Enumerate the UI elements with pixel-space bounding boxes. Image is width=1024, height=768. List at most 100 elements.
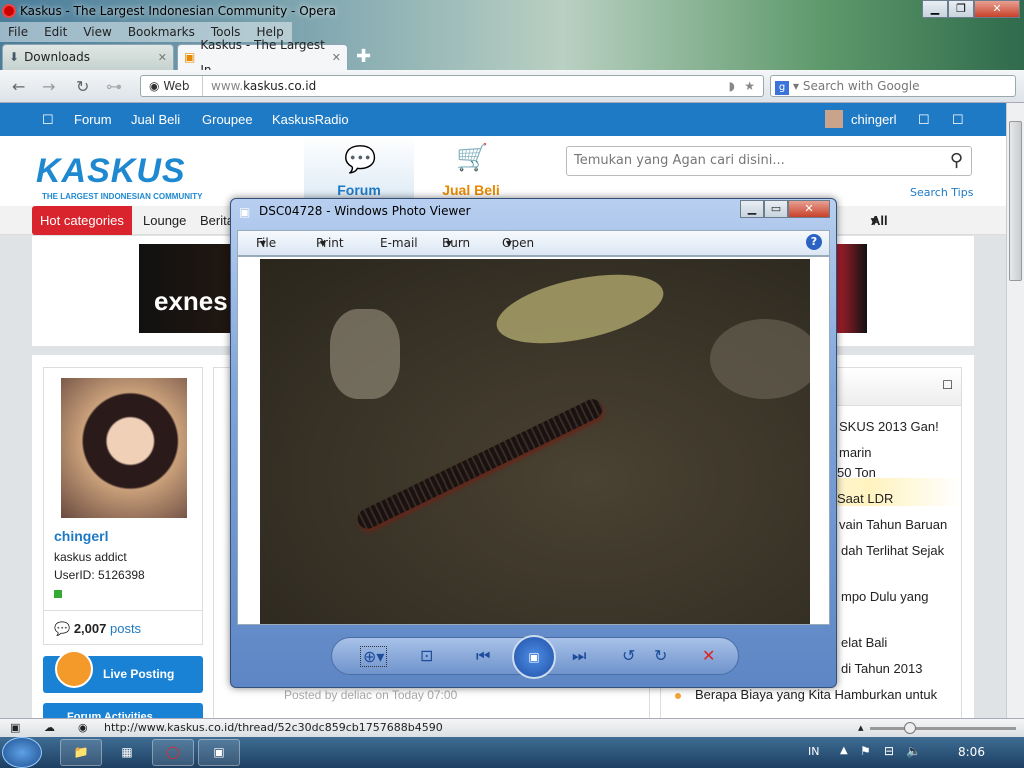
category-berita[interactable]: Berita <box>200 206 234 235</box>
maximize-button[interactable]: ❐ <box>948 0 974 18</box>
thread-item[interactable]: Berapa Biaya yang Kita Hamburkan untuk <box>695 687 937 702</box>
delete-icon[interactable]: ✕ <box>702 646 715 665</box>
forward-icon[interactable]: → <box>42 77 55 96</box>
kaskus-favicon-icon: ▣ <box>184 50 196 64</box>
menu-bookmarks[interactable]: Bookmarks <box>120 22 203 42</box>
nav-forum[interactable]: Forum <box>74 103 112 136</box>
rotate-clockwise-icon[interactable]: ↻ <box>654 646 667 665</box>
network-icon[interactable]: ⊟ <box>884 744 894 758</box>
forum-activities-button[interactable]: Forum Activities <box>43 703 203 718</box>
header-tab-jual-beli[interactable]: 🛒 Jual Beli <box>416 136 526 206</box>
clock[interactable]: 8:06 <box>958 745 985 759</box>
nav-jual-beli[interactable]: Jual Beli <box>131 103 180 136</box>
user-avatar[interactable] <box>825 110 843 128</box>
actual-size-icon[interactable]: ⊡ <box>420 646 433 665</box>
tab-downloads[interactable]: ⬇ Downloads ✕ <box>2 44 174 70</box>
minimize-button[interactable]: ▁ <box>922 0 948 18</box>
profile-userid: UserID: 5126398 <box>54 568 145 582</box>
reload-icon[interactable]: ↻ <box>76 77 89 96</box>
posts-icon: 💬 <box>54 621 71 636</box>
volume-icon[interactable]: 🔈 <box>906 744 921 758</box>
zoom-icon[interactable]: ⊕▾ <box>360 646 388 667</box>
profile-name[interactable]: chingerl <box>54 528 108 544</box>
action-center-icon[interactable]: ⚑ <box>860 744 871 758</box>
banner-text: exnes <box>154 286 228 316</box>
opera-logo-icon <box>2 4 16 18</box>
show-hidden-icons[interactable]: ▲ <box>840 745 848 756</box>
pv-minimize-button[interactable]: ▁ <box>740 200 764 218</box>
thread-item[interactable]: marin <box>839 445 872 460</box>
taskbar-explorer[interactable]: 📁 <box>60 739 102 766</box>
pv-menu-file[interactable]: File ▾ <box>256 231 276 255</box>
next-icon[interactable]: ⏭ <box>572 646 586 666</box>
thread-item[interactable]: dah Terlihat Sejak <box>841 543 944 558</box>
scrollbar-thumb[interactable] <box>1009 121 1022 281</box>
hot-categories-button[interactable]: Hot categories <box>32 206 132 235</box>
taskbar-photo-viewer[interactable]: ▣ <box>198 739 240 766</box>
thread-item[interactable]: vain Tahun Baruan <box>839 517 947 532</box>
nav-kaskusradio[interactable]: KaskusRadio <box>272 103 349 136</box>
zoom-slider[interactable] <box>870 722 1016 734</box>
header-tab-forum[interactable]: 💬 Forum <box>304 136 414 206</box>
slideshow-button[interactable]: ▣ <box>512 635 556 679</box>
menu-file[interactable]: File <box>0 22 36 42</box>
turbo-icon[interactable]: ◉ <box>78 719 88 737</box>
pv-menu-email[interactable]: E-mail <box>380 231 418 255</box>
menu-view[interactable]: View <box>75 22 119 42</box>
messages-icon[interactable]: ☐ <box>952 103 964 136</box>
address-field[interactable]: ◉ Web www.kaskus.co.id ◗ ★ <box>140 75 764 97</box>
tab-close-icon[interactable]: ✕ <box>332 45 341 70</box>
back-icon[interactable]: ← <box>12 77 25 96</box>
thread-item[interactable]: mpo Dulu yang <box>841 589 928 604</box>
search-tips-link[interactable]: Search Tips <box>910 186 973 199</box>
panel-toggle-icon[interactable]: ▣ <box>10 719 20 737</box>
window-title: Kaskus - The Largest Indonesian Communit… <box>20 4 336 18</box>
thread-item[interactable]: SKUS 2013 Gan! <box>839 419 939 434</box>
tab-close-icon[interactable]: ✕ <box>158 45 167 70</box>
nav-username[interactable]: chingerl <box>851 103 897 136</box>
star-icon[interactable]: ★ <box>744 76 755 96</box>
help-icon[interactable]: ? <box>806 234 822 250</box>
kaskus-logo[interactable]: KASKUS THE LARGEST INDONESIAN COMMUNITY <box>36 152 202 201</box>
start-button[interactable] <box>2 737 42 768</box>
thread-item[interactable]: di Tahun 2013 <box>841 661 922 676</box>
all-categories-dropdown[interactable]: All categories ▾ <box>871 206 936 257</box>
page-scrollbar[interactable] <box>1006 103 1024 718</box>
profile-avatar[interactable] <box>61 378 187 518</box>
thread-item[interactable]: elat Bali <box>841 635 887 650</box>
rotate-counterclockwise-icon[interactable]: ↺ <box>622 646 635 665</box>
menu-label: File <box>256 236 277 250</box>
menu-edit[interactable]: Edit <box>36 22 75 42</box>
close-button[interactable]: ✕ <box>974 0 1020 18</box>
zoom-up-icon[interactable]: ▴ <box>858 719 864 737</box>
language-indicator[interactable]: IN <box>808 745 819 758</box>
live-posting-button[interactable]: Live Posting <box>43 650 203 693</box>
tab-kaskus[interactable]: ▣ Kaskus - The Largest In... ✕ <box>177 38 348 77</box>
pv-menu-print[interactable]: Print ▾ <box>316 231 344 255</box>
kaskus-search-input[interactable]: Temukan yang Agan cari disini... ⚲ <box>566 146 972 176</box>
pv-maximize-button[interactable]: ▭ <box>764 200 788 218</box>
kaskus-header: KASKUS THE LARGEST INDONESIAN COMMUNITY 💬… <box>0 136 1006 206</box>
new-tab-button[interactable]: ✚ <box>356 46 371 67</box>
rss-icon[interactable]: ◗ <box>729 76 735 96</box>
google-search-field[interactable]: g ▾ Search with Google <box>770 75 1016 97</box>
notifications-icon[interactable]: ☐ <box>918 103 930 136</box>
taskbar-app[interactable]: ▦ <box>106 739 148 766</box>
nav-home-icon[interactable]: ☐ <box>42 103 54 136</box>
pv-menu-burn[interactable]: Burn ▾ <box>442 231 470 255</box>
nav-groupee[interactable]: Groupee <box>202 103 253 136</box>
photo-viewer-window: ▣ DSC04728 - Windows Photo Viewer ▁ ▭ ✕ … <box>230 198 837 688</box>
posts-link[interactable]: posts <box>110 621 141 636</box>
category-lounge[interactable]: Lounge <box>143 206 186 235</box>
opera-unite-icon[interactable]: ☁ <box>44 719 55 737</box>
pv-close-button[interactable]: ✕ <box>788 200 830 218</box>
zoom-slider-thumb[interactable] <box>904 722 916 734</box>
thread-item[interactable]: Saat LDR <box>837 491 893 506</box>
panel-toggle-icon[interactable]: ☐ <box>942 378 953 392</box>
millipede-photo[interactable] <box>260 259 810 624</box>
previous-icon[interactable]: ⏮ <box>476 646 490 666</box>
thread-item[interactable]: 50 Ton <box>837 465 876 480</box>
search-icon[interactable]: ⚲ <box>950 147 963 175</box>
taskbar-opera[interactable]: ◯ <box>152 739 194 766</box>
pv-menu-open[interactable]: Open ▾ <box>502 231 534 255</box>
